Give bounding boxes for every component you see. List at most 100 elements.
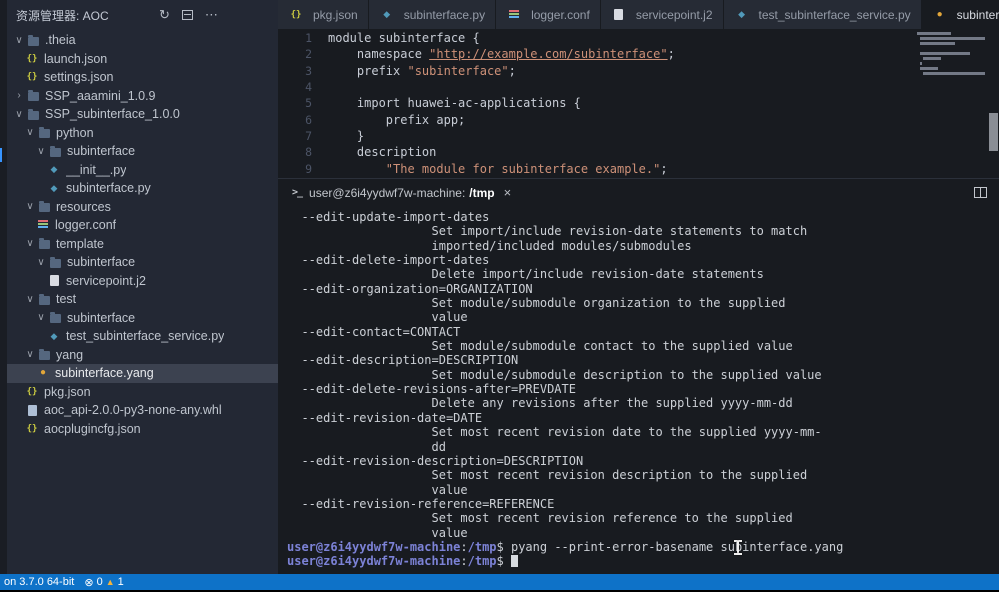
folder-icon (25, 34, 41, 46)
folder-icon (25, 90, 41, 102)
code-editor[interactable]: 1 module subinterface {2 namespace "http:… (278, 29, 999, 178)
tree-item-folder[interactable]: › SSP_aaamini_1.0.9 (7, 87, 278, 106)
tree-item-folder[interactable]: ∨ resources (7, 198, 278, 217)
tab-label: test_subinterface_service.py (758, 7, 911, 22)
tree-item-folder[interactable]: ∨ yang (7, 346, 278, 365)
line-number: 5 (305, 96, 312, 111)
tree-item-file[interactable]: {} launch.json (7, 50, 278, 69)
tree-item-folder[interactable]: ∨ subinterface (7, 309, 278, 328)
tree-item-label: logger.conf (55, 218, 117, 233)
tree-item-file[interactable]: {} pkg.json (7, 383, 278, 402)
tree-item-folder[interactable]: ∨ subinterface (7, 253, 278, 272)
tab-label: subinterface.py (403, 7, 486, 22)
tree-item-folder[interactable]: ∨ test (7, 290, 278, 309)
code-lines: 1 module subinterface {2 namespace "http:… (278, 30, 999, 177)
tree-item-file[interactable]: {} aocplugincfg.json (7, 420, 278, 439)
more-actions-icon[interactable]: ⋯ (205, 7, 218, 23)
terminal-line: imported/included modules/submodules (287, 238, 692, 253)
json-file-icon: {} (290, 9, 302, 20)
terminal-panel: >_ user@z6i4yydwf7w-machine: /tmp × --ed… (278, 178, 999, 574)
code-line: 1 module subinterface { (278, 30, 999, 46)
terminal-line: Set most recent revision reference to th… (287, 511, 793, 526)
line-number: 9 (305, 161, 312, 176)
terminal-line: --edit-revision-description=DESCRIPTION (287, 453, 584, 468)
json-file-icon: {} (26, 72, 38, 83)
terminal-line: --edit-update-import-dates (287, 210, 490, 224)
tree-item-file[interactable]: ● subinterface.yang (7, 364, 278, 383)
tree-item-file[interactable]: {} settings.json (7, 68, 278, 87)
explorer-title: 资源管理器: AOC (16, 8, 109, 23)
chevron-down-icon: ∨ (26, 127, 34, 139)
status-bar: on 3.7.0 64-bit ⊗ 0 ▲ 1 (0, 574, 999, 590)
tree-item-file[interactable]: logger.conf (7, 216, 278, 235)
tab-subinterface.yang[interactable]: ●subinterface.yang× (921, 0, 999, 29)
code-line: 8 description (278, 144, 999, 160)
tree-item-folder[interactable]: ∨ .theia (7, 31, 278, 50)
tab-label: logger.conf (531, 7, 590, 22)
tree-item-label: __init__.py (66, 162, 127, 177)
terminal-line: --edit-revision-reference=REFERENCE (287, 496, 555, 511)
terminal-panel-header: >_ user@z6i4yydwf7w-machine: /tmp × (278, 179, 999, 206)
minimap-line (920, 52, 971, 55)
line-number: 8 (305, 145, 312, 160)
chevron-down-icon: ∨ (26, 201, 34, 213)
tab-pkg.json[interactable]: {} pkg.json (278, 0, 369, 29)
terminal-output[interactable]: --edit-update-import-dates Set import/in… (287, 210, 995, 572)
terminal-line: Set module/submodule contact to the supp… (287, 339, 793, 354)
tree-item-folder[interactable]: ∨ subinterface (7, 142, 278, 161)
collapse-folders-icon[interactable] (181, 10, 193, 20)
folder-icon (36, 293, 52, 305)
close-icon[interactable]: × (504, 185, 512, 200)
code-line: 7 } (278, 128, 999, 144)
python-file-icon: ◆ (383, 9, 391, 19)
tab-subinterface.py[interactable]: ◆ subinterface.py (368, 0, 497, 29)
tab-logger.conf[interactable]: logger.conf (496, 0, 601, 29)
folder-icon (25, 108, 41, 120)
python-file-icon: ◆ (50, 330, 58, 341)
tree-item-folder[interactable]: ∨ SSP_subinterface_1.0.0 (7, 105, 278, 124)
jinja-file-icon (611, 9, 627, 20)
folder-icon (36, 238, 52, 250)
tree-item-label: python (56, 125, 94, 140)
terminal-line: --edit-revision-date=DATE (287, 410, 483, 425)
minimap-line (917, 32, 951, 35)
tree-item-folder[interactable]: ∨ template (7, 235, 278, 254)
editor-scrollbar[interactable] (989, 113, 998, 151)
folder-icon (36, 127, 52, 139)
chevron-down-icon: ∨ (15, 34, 23, 46)
terminal-line: Set import/include revision-date stateme… (287, 224, 808, 239)
terminal-line: Set most recent revision date to the sup… (287, 425, 822, 440)
terminal-line: --edit-organization=ORGANIZATION (287, 281, 533, 296)
tree-item-file[interactable]: ◆ test_subinterface_service.py (7, 327, 278, 346)
minimap[interactable] (917, 32, 985, 106)
tab-label: pkg.json (313, 7, 358, 22)
active-view-indicator (0, 148, 2, 162)
split-panel-icon[interactable] (974, 187, 987, 198)
tree-item-label: SSP_subinterface_1.0.0 (45, 107, 180, 122)
terminal-line: --edit-description=DESCRIPTION (287, 353, 519, 368)
tree-item-label: aocplugincfg.json (44, 421, 141, 436)
refresh-icon[interactable]: ↻ (159, 7, 170, 23)
line-number: 1 (305, 31, 312, 46)
json-file-icon: {} (26, 53, 38, 64)
error-count: 0 (96, 576, 103, 588)
python-version[interactable]: on 3.7.0 64-bit (4, 576, 74, 588)
tree-item-folder[interactable]: ∨ python (7, 124, 278, 143)
code-line: 9 "The module for subinterface example."… (278, 160, 999, 176)
problems-indicator[interactable]: ⊗ 0 ▲ 1 (84, 576, 123, 589)
tree-item-file[interactable]: ◆ __init__.py (7, 161, 278, 180)
terminal-prompt-line: user@z6i4yydwf7w-machine:/tmp$ (287, 554, 995, 568)
tab-bar: {} pkg.json ◆ subinterface.py logger.conf ser… (278, 0, 999, 29)
tree-item-label: pkg.json (44, 384, 91, 399)
tree-item-label: settings.json (44, 70, 114, 85)
tree-item-file[interactable]: servicepoint.j2 (7, 272, 278, 291)
tab-servicepoint.j2[interactable]: servicepoint.j2 (600, 0, 724, 29)
folder-icon (47, 256, 63, 268)
tree-item-file[interactable]: aoc_api-2.0.0-py3-none-any.whl (7, 401, 278, 420)
code-line: 3 prefix "subinterface"; (278, 63, 999, 79)
tree-item-file[interactable]: ◆ subinterface.py (7, 179, 278, 198)
terminal-icon: >_ (292, 187, 303, 198)
chevron-down-icon: ∨ (37, 145, 45, 157)
terminal-tab-title[interactable]: user@z6i4yydwf7w-machine: (309, 186, 465, 200)
tab-test_subinterface_service.py[interactable]: ◆ test_subinterface_service.py (723, 0, 922, 29)
